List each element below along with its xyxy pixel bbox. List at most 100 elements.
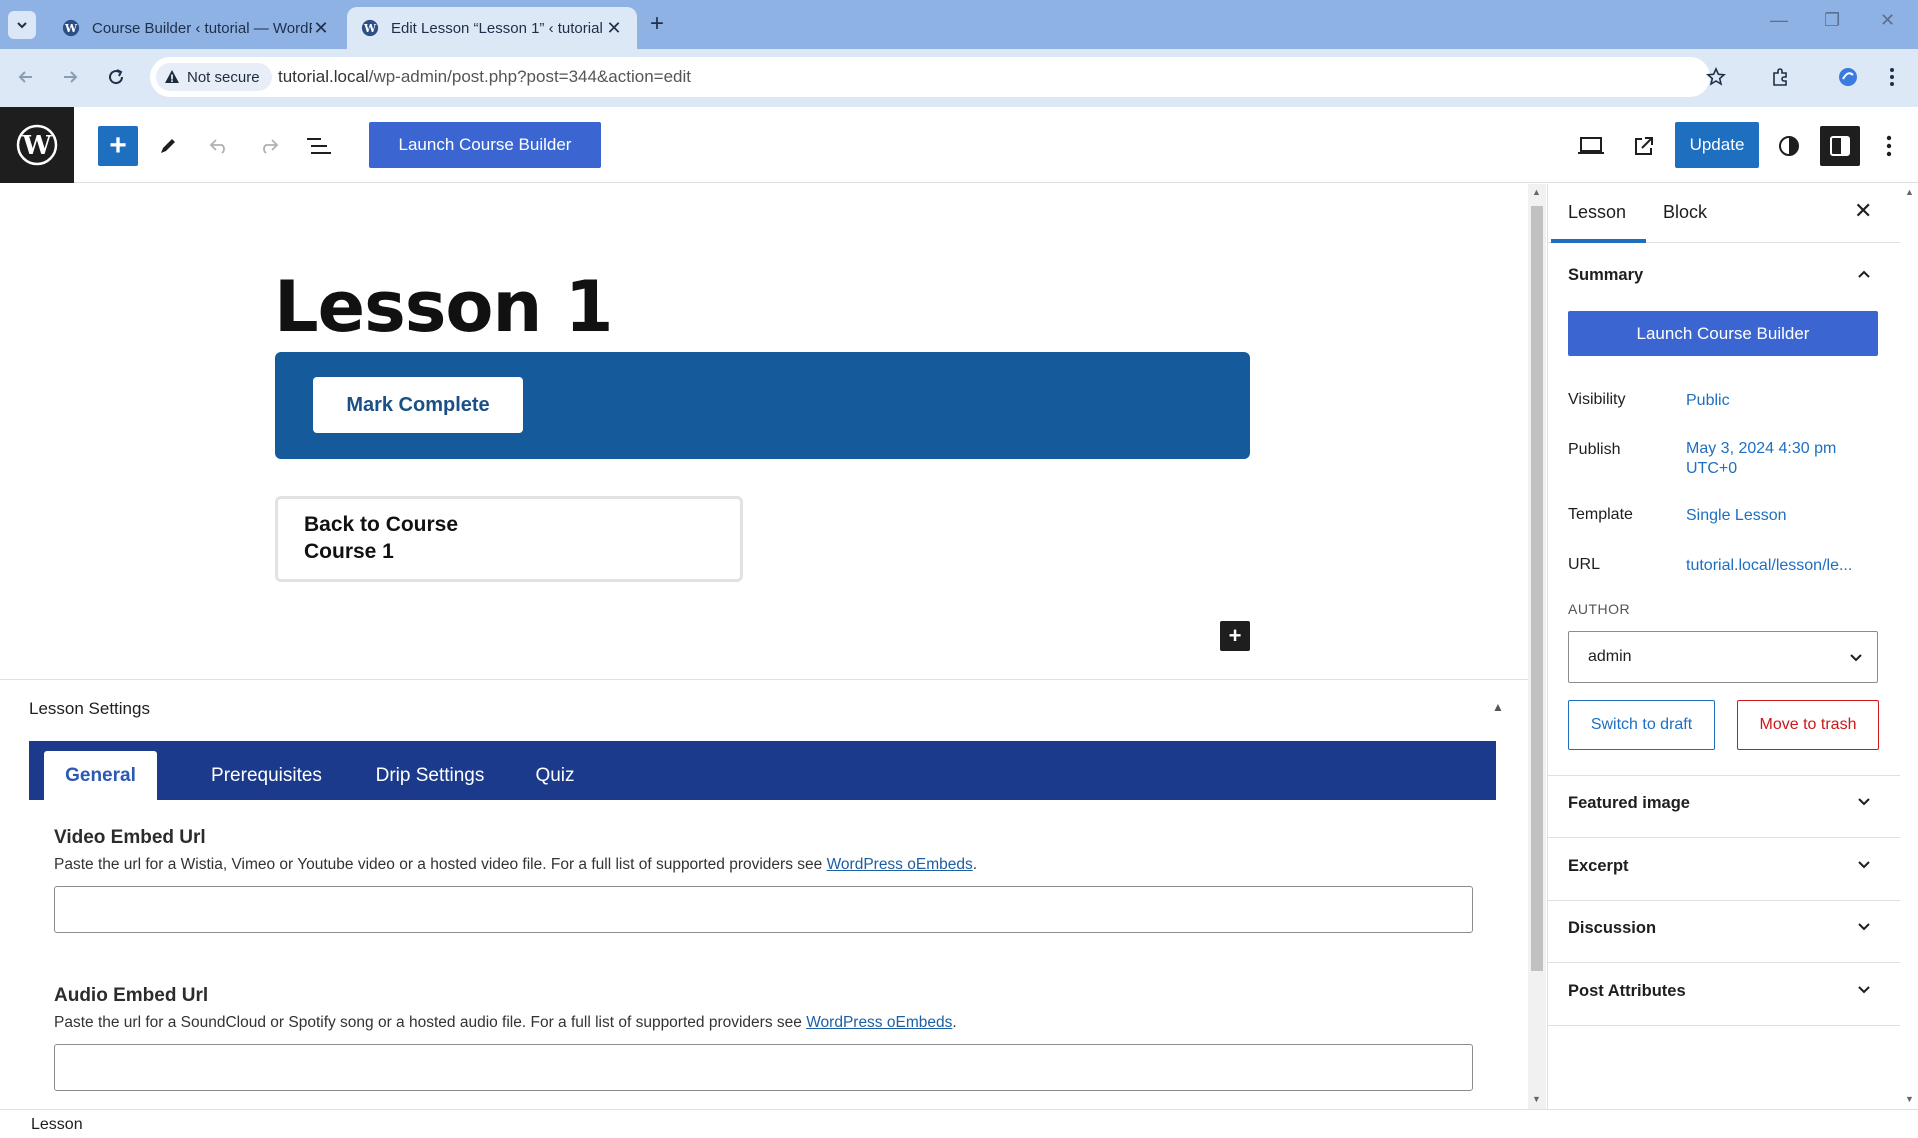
close-icon[interactable]: ✕	[312, 18, 330, 39]
tab-quiz[interactable]: Quiz	[515, 751, 595, 800]
security-chip[interactable]: Not secure	[156, 63, 272, 91]
undo-icon[interactable]	[202, 129, 236, 163]
scroll-down-icon[interactable]: ▼	[1532, 1094, 1541, 1104]
divider	[1548, 837, 1901, 838]
scroll-down-icon[interactable]: ▼	[1905, 1094, 1914, 1104]
options-menu-icon[interactable]	[1872, 129, 1906, 163]
chevron-down-icon[interactable]	[1854, 980, 1874, 1000]
scroll-up-icon[interactable]: ▲	[1905, 187, 1914, 197]
wordpress-icon: W	[361, 19, 379, 37]
url-value[interactable]: tutorial.local/lesson/le...	[1686, 556, 1852, 576]
browser-tab-edit-lesson[interactable]: W Edit Lesson “Lesson 1” ‹ tutorial — Wo…	[347, 7, 637, 49]
browser-tab-course-builder[interactable]: W Course Builder ‹ tutorial — WordPress …	[48, 7, 344, 49]
bookmark-star-icon[interactable]	[1702, 63, 1730, 91]
template-label: Template	[1568, 506, 1633, 523]
update-button[interactable]: Update	[1675, 122, 1759, 168]
template-value[interactable]: Single Lesson	[1686, 506, 1787, 526]
reload-icon[interactable]	[102, 63, 130, 91]
tab-block[interactable]: Block	[1663, 202, 1707, 223]
chevron-down-icon[interactable]	[1854, 855, 1874, 875]
window-close-icon[interactable]: ✕	[1880, 10, 1895, 31]
lesson-settings-tabs: General Prerequisites Drip Settings Quiz	[29, 741, 1496, 800]
audio-embed-url-input[interactable]	[54, 1044, 1473, 1091]
url-label: URL	[1568, 556, 1601, 573]
visibility-value[interactable]: Public	[1686, 391, 1730, 411]
audio-embed-label: Audio Embed Url	[54, 985, 209, 1006]
move-to-trash-button[interactable]: Move to trash	[1737, 700, 1879, 750]
scrollbar-thumb[interactable]	[1531, 206, 1543, 971]
scroll-up-icon[interactable]: ▲	[1532, 187, 1541, 197]
switch-to-draft-button[interactable]: Switch to draft	[1568, 700, 1715, 750]
visibility-label: Visibility	[1568, 391, 1626, 408]
panel-discussion[interactable]: Discussion	[1568, 919, 1656, 938]
active-tab-indicator	[1551, 239, 1646, 243]
block-inserter-button[interactable]: +	[98, 126, 138, 166]
video-embed-url-input[interactable]	[54, 886, 1473, 933]
browser-tab-bar: W Course Builder ‹ tutorial — WordPress …	[0, 0, 1918, 49]
url-path: /wp-admin/post.php?post=344&action=edit	[368, 67, 691, 86]
styles-icon[interactable]	[1772, 129, 1806, 163]
tab-prerequisites[interactable]: Prerequisites	[189, 751, 344, 800]
close-icon[interactable]: ✕	[1854, 198, 1872, 224]
author-label: AUTHOR	[1568, 601, 1631, 617]
block-breadcrumb[interactable]: Lesson	[31, 1116, 83, 1134]
minimize-icon[interactable]: —	[1770, 10, 1788, 31]
pencil-tools-icon[interactable]	[151, 129, 185, 163]
tab-search-button[interactable]	[8, 11, 36, 39]
back-to-course-block[interactable]: Back to Course Course 1	[275, 496, 743, 582]
tab-title: Course Builder ‹ tutorial — WordPress	[92, 19, 312, 37]
publish-date[interactable]: May 3, 2024 4:30 pm UTC+0	[1686, 439, 1856, 479]
canvas-scrollbar[interactable]: ▲ ▼	[1528, 184, 1546, 1109]
tab-lesson[interactable]: Lesson	[1568, 202, 1626, 223]
metabox-title[interactable]: Lesson Settings	[29, 699, 150, 719]
settings-panel-toggle[interactable]	[1820, 126, 1860, 166]
maximize-icon[interactable]: ❐	[1824, 10, 1840, 31]
panel-post-attributes[interactable]: Post Attributes	[1568, 982, 1686, 1001]
lesson-settings-metabox: Lesson Settings ▲ General Prerequisites …	[0, 679, 1528, 1109]
close-icon[interactable]: ✕	[605, 18, 623, 39]
panel-featured-image[interactable]: Featured image	[1568, 794, 1690, 813]
warning-icon	[165, 70, 179, 83]
extensions-icon[interactable]	[1766, 63, 1794, 91]
plus-icon: +	[1228, 623, 1242, 648]
panel-excerpt[interactable]: Excerpt	[1568, 857, 1629, 876]
address-bar[interactable]: Not secure tutorial.local/wp-admin/post.…	[150, 57, 1726, 97]
wordpress-logo-icon[interactable]: W	[0, 107, 74, 183]
browser-menu-icon[interactable]	[1878, 63, 1906, 91]
chevron-down-icon[interactable]	[1854, 792, 1874, 812]
author-select[interactable]: admin	[1568, 631, 1878, 683]
tab-drip-settings[interactable]: Drip Settings	[365, 751, 495, 800]
help-text: Paste the url for a Wistia, Vimeo or You…	[54, 856, 827, 873]
sidebar-scrollbar[interactable]: ▲ ▼	[1900, 184, 1918, 1109]
security-label: Not secure	[187, 68, 260, 86]
collapse-arrow-icon[interactable]: ▲	[1492, 700, 1504, 714]
video-embed-label: Video Embed Url	[54, 827, 206, 848]
profile-icon[interactable]	[1834, 63, 1862, 91]
browser-toolbar: Not secure tutorial.local/wp-admin/post.…	[0, 49, 1918, 107]
chevron-down-icon[interactable]	[1854, 917, 1874, 937]
mark-complete-button[interactable]: Mark Complete	[313, 377, 523, 433]
post-title[interactable]: Lesson 1	[274, 266, 613, 348]
device-preview-icon[interactable]	[1574, 129, 1608, 163]
help-text: Paste the url for a SoundCloud or Spotif…	[54, 1014, 807, 1031]
oembeds-link[interactable]: WordPress oEmbeds	[806, 1014, 952, 1031]
oembeds-link[interactable]: WordPress oEmbeds	[827, 856, 973, 873]
new-tab-icon[interactable]: +	[650, 10, 664, 38]
url-text[interactable]: tutorial.local/wp-admin/post.php?post=34…	[278, 67, 691, 87]
launch-course-builder-button[interactable]: Launch Course Builder	[369, 122, 601, 168]
mark-complete-block[interactable]: Mark Complete	[275, 352, 1250, 459]
divider	[1548, 1025, 1901, 1026]
divider	[1548, 775, 1901, 776]
view-post-external-icon[interactable]	[1627, 129, 1661, 163]
chevron-down-icon	[17, 22, 27, 29]
back-arrow-icon[interactable]	[12, 63, 40, 91]
wordpress-icon: W	[62, 19, 80, 37]
document-overview-icon[interactable]	[302, 129, 336, 163]
forward-arrow-icon[interactable]	[56, 63, 84, 91]
launch-course-builder-button[interactable]: Launch Course Builder	[1568, 311, 1878, 356]
add-block-button[interactable]: +	[1220, 621, 1250, 651]
tab-general[interactable]: General	[44, 751, 157, 800]
redo-icon[interactable]	[252, 129, 286, 163]
summary-heading[interactable]: Summary	[1568, 266, 1643, 285]
chevron-up-icon[interactable]	[1854, 264, 1874, 284]
